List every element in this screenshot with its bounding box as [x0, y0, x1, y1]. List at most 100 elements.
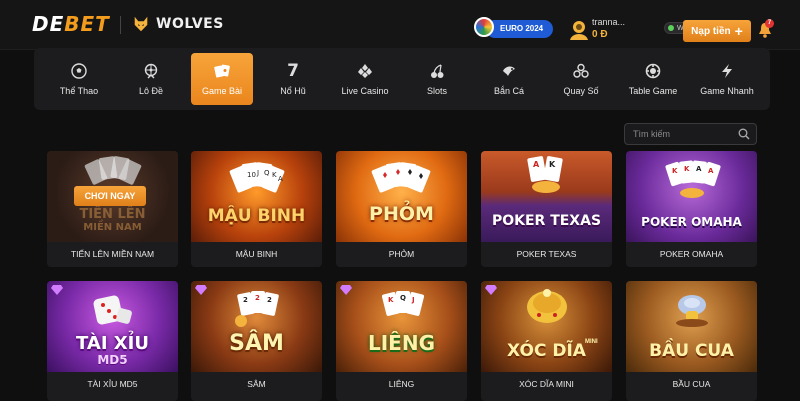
plus-icon: +	[734, 23, 743, 39]
art-subtitle: MIỀN NAM	[83, 222, 142, 233]
category-quay-so[interactable]: Quay Số	[548, 53, 614, 105]
diamond-gem-icon	[195, 285, 207, 295]
svg-text:K: K	[388, 296, 394, 304]
game-art: XÓC DĨA MINI	[481, 281, 612, 372]
category-game-nhanh[interactable]: Game Nhanh	[690, 53, 764, 105]
category-label: Game Nhanh	[700, 86, 754, 96]
svg-text:2: 2	[267, 296, 272, 304]
game-card-phom[interactable]: PHỎM PHỎM	[336, 151, 467, 267]
game-name: POKER TEXAS	[516, 249, 577, 259]
category-live-casino[interactable]: Live Casino	[332, 53, 398, 105]
category-label: Table Game	[628, 86, 678, 96]
art-title: MẬU BINH	[207, 206, 306, 226]
category-game-bai[interactable]: Game Bài	[191, 53, 253, 105]
search-box	[624, 123, 757, 145]
cherries-icon	[428, 62, 446, 80]
art-subtitle: MINI	[585, 339, 598, 345]
game-art: K Q J LIÊNG	[336, 281, 467, 372]
category-label: Thể Thao	[59, 86, 99, 96]
category-label: Slots	[426, 86, 447, 96]
cards-fan-icon: K Q J	[381, 291, 425, 316]
game-name: LIÊNG	[388, 379, 415, 389]
category-nav: Thể Thao Lô Đề Game Bài 7 Nổ Hũ Live Cas…	[34, 48, 770, 110]
art-title: PHỎM	[369, 203, 434, 225]
svg-text:A: A	[533, 160, 540, 169]
svg-text:10: 10	[247, 171, 256, 179]
category-label: Game Bài	[201, 86, 243, 96]
category-no-hu[interactable]: 7 Nổ Hũ	[260, 53, 326, 105]
lightning-icon	[718, 62, 736, 80]
diamond-gem-icon	[340, 285, 352, 295]
category-label: Live Casino	[341, 86, 389, 96]
svg-text:A: A	[708, 167, 714, 175]
game-art: PHỎM	[336, 151, 467, 242]
top-header: DEBET WOLVES EURO 2024 tranna... 0 Đ War…	[0, 0, 800, 50]
game-art: K K A A POKER OMAHA	[626, 151, 757, 242]
game-card-poker-texas[interactable]: A K POKER TEXAS POKER TEXAS	[481, 151, 612, 267]
game-art: TÀI XỈU MD5	[47, 281, 178, 372]
lottery-balls-icon	[572, 62, 590, 80]
svg-text:J: J	[256, 169, 259, 177]
category-ban-ca[interactable]: Bắn Cá	[476, 53, 542, 105]
game-name: POKER OMAHA	[659, 249, 724, 259]
svg-text:Q: Q	[264, 169, 270, 177]
svg-text:K: K	[272, 171, 277, 179]
svg-text:2: 2	[243, 296, 248, 304]
category-label: Lô Đề	[138, 86, 164, 96]
svg-text:A: A	[696, 165, 702, 173]
game-name: MẬU BINH	[235, 249, 278, 259]
art-title: POKER TEXAS	[491, 213, 602, 229]
svg-text:2: 2	[255, 294, 260, 302]
search-input[interactable]	[633, 127, 733, 141]
svg-text:K: K	[672, 167, 678, 175]
wolf-icon	[134, 16, 148, 32]
cards-fan-icon: 10 J Q K A	[229, 162, 285, 193]
search-icon[interactable]	[738, 128, 750, 140]
svg-text:K: K	[549, 160, 556, 169]
category-label: Bắn Cá	[493, 86, 525, 96]
debet-logo[interactable]: DEBET	[32, 12, 110, 36]
game-card-tien-len-mien-nam[interactable]: TIẾN LÊN MIỀN NAM CHƠI NGAY TIẾN LÊN MIỀ…	[47, 151, 178, 267]
game-card-tai-xiu-md5[interactable]: TÀI XỈU MD5 TÀI XỈU MD5	[47, 281, 178, 401]
deposit-button[interactable]: Nạp tiền +	[683, 20, 751, 42]
category-lo-de[interactable]: Lô Đề	[118, 53, 184, 105]
art-title: SÂM	[229, 331, 284, 356]
game-name: XÓC DĨA MINI	[519, 379, 574, 389]
euro-2024-banner[interactable]: EURO 2024	[474, 17, 554, 38]
art-title: BẦU CUA	[649, 341, 734, 361]
game-card-xoc-dia-mini[interactable]: XÓC DĨA MINI XÓC DĨA MINI	[481, 281, 612, 401]
username: tranna...	[592, 17, 626, 27]
art-subtitle: MD5	[97, 353, 128, 367]
art-title: TÀI XỈU	[76, 333, 149, 354]
art-title: LIÊNG	[367, 331, 435, 355]
bowl-icon	[527, 289, 567, 323]
rank-dot-icon	[668, 25, 674, 31]
deposit-label: Nạp tiền	[691, 25, 731, 37]
soccer-ball-icon	[70, 62, 88, 80]
svg-text:A: A	[278, 175, 283, 183]
play-now-button[interactable]: CHƠI NGAY	[74, 186, 146, 206]
avatar	[570, 21, 588, 40]
logo-divider	[120, 16, 121, 34]
game-card-sam[interactable]: 2 2 2 SÂM SÂM	[191, 281, 322, 401]
game-art: TIẾN LÊN MIỀN NAM CHƠI NGAY	[47, 151, 178, 242]
diamond-suit-icon	[356, 62, 374, 80]
category-table-game[interactable]: Table Game	[620, 53, 686, 105]
game-art: A K POKER TEXAS	[481, 151, 612, 242]
game-card-poker-omaha[interactable]: K K A A POKER OMAHA POKER OMAHA	[626, 151, 757, 267]
slot-seven-icon: 7	[287, 61, 299, 81]
art-title: TIẾN LÊN	[79, 207, 146, 222]
category-the-thao[interactable]: Thể Thao	[46, 53, 112, 105]
game-name: TÀI XỈU MD5	[87, 379, 138, 389]
diamond-gem-icon	[51, 285, 63, 295]
logo-suffix: BET	[64, 12, 110, 36]
cards-fan-icon: 2 2 2	[235, 291, 279, 327]
logo-prefix: DE	[32, 12, 65, 36]
category-slots[interactable]: Slots	[404, 53, 470, 105]
poker-cards-icon: K K A A	[665, 160, 721, 198]
game-card-mau-binh[interactable]: 10 J Q K A MẬU BINH MẬU BINH	[191, 151, 322, 267]
dice-icon	[93, 295, 132, 325]
game-card-bau-cua[interactable]: BẦU CUA BẦU CUA	[626, 281, 757, 401]
game-card-lieng[interactable]: K Q J LIÊNG LIÊNG	[336, 281, 467, 401]
fish-icon	[500, 62, 518, 80]
